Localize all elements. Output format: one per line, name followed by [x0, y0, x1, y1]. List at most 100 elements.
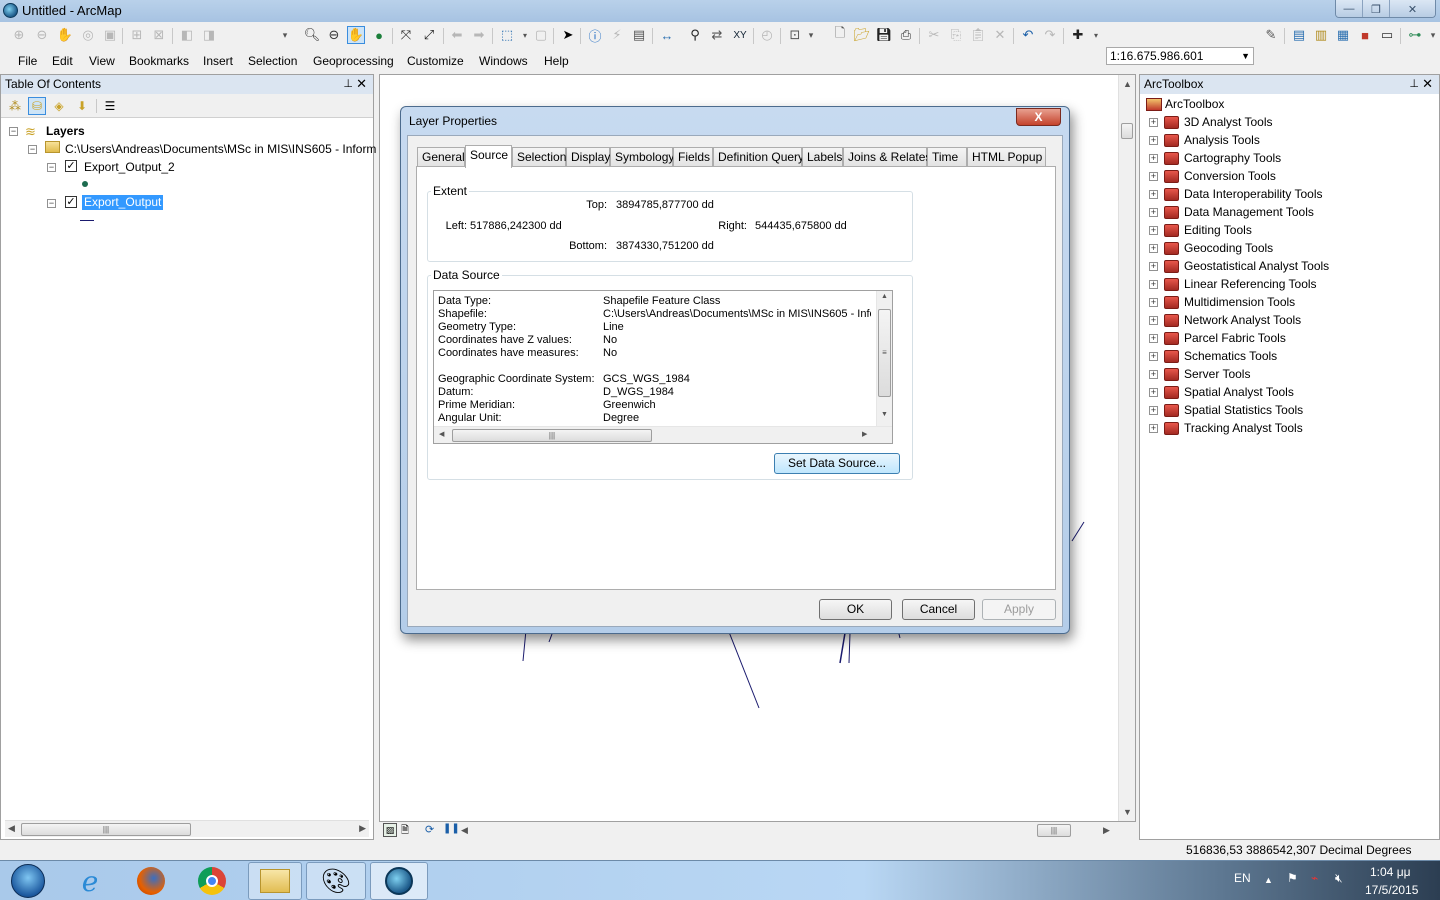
scroll-down-icon[interactable]: ▼	[1123, 807, 1132, 817]
taskbar-firefox[interactable]	[120, 862, 182, 900]
toolbox-item[interactable]: Spatial Statistics Tools	[1184, 403, 1303, 417]
data-source-info-box[interactable]: Data Type: Shapefile Feature Class Shapefi…	[433, 290, 893, 444]
undo-icon[interactable]: ↶	[1019, 26, 1037, 44]
pause-drawing-icon[interactable]: ❚❚	[443, 823, 460, 834]
toolbox-item[interactable]: Linear Referencing Tools	[1184, 277, 1317, 291]
scroll-left-icon[interactable]: ◀	[439, 430, 444, 438]
list-by-selection-icon[interactable]: ⬇	[73, 97, 91, 115]
arctoolbox-icon[interactable]: ■	[1356, 26, 1374, 44]
full-extent-icon[interactable]: ◎	[79, 26, 97, 44]
tab-fields[interactable]: Fields	[673, 147, 713, 167]
close-button[interactable]: ✕	[1390, 0, 1435, 17]
tab-html-popup[interactable]: HTML Popup	[967, 147, 1046, 167]
toolbox-item[interactable]: Data Management Tools	[1184, 205, 1314, 219]
toolbox-item[interactable]: Editing Tools	[1184, 223, 1252, 237]
delete-icon[interactable]: ✕	[991, 26, 1009, 44]
menu-windows[interactable]: Windows	[479, 54, 528, 68]
fixed-zoom-in-icon[interactable]: ⊕	[10, 26, 28, 44]
tab-symbology[interactable]: Symbology	[610, 147, 674, 167]
add-data-icon[interactable]: ✚	[1069, 26, 1087, 44]
restore-button[interactable]: ❐	[1363, 0, 1390, 17]
scroll-right-icon[interactable]: ▶	[862, 430, 867, 438]
refresh-icon[interactable]: ⟳	[425, 823, 434, 836]
toc-horizontal-scrollbar[interactable]: ◀ ||| ▶	[5, 820, 369, 837]
expand-icon[interactable]: +	[1149, 334, 1158, 343]
menu-help[interactable]: Help	[544, 54, 569, 68]
fixed-zoom-out-icon[interactable]: ⊖	[33, 26, 51, 44]
copy-icon[interactable]: ⎘	[947, 26, 965, 44]
cut-icon[interactable]: ✂	[925, 26, 943, 44]
open-icon[interactable]: 📂︎	[853, 26, 871, 44]
tab-source[interactable]: Source	[465, 145, 512, 168]
action-center-flag-icon[interactable]: ⚑	[1287, 871, 1298, 885]
menu-insert[interactable]: Insert	[203, 54, 233, 68]
expand-icon[interactable]: +	[1149, 136, 1158, 145]
paste-icon[interactable]: 📋︎	[969, 26, 987, 44]
scroll-right-icon[interactable]: ▶	[1103, 825, 1110, 836]
toolbox-item[interactable]: Conversion Tools	[1184, 169, 1276, 183]
tab-labels[interactable]: Labels	[802, 147, 843, 167]
collapse-icon[interactable]: −	[47, 199, 56, 208]
expand-icon[interactable]: +	[1149, 352, 1158, 361]
layer-visibility-checkbox[interactable]: ✓	[65, 196, 77, 208]
show-hidden-icons[interactable]: ▲	[1264, 875, 1273, 885]
search-window-icon[interactable]: ▦	[1334, 26, 1352, 44]
tab-selection[interactable]: Selection	[512, 147, 566, 167]
expand-icon[interactable]: +	[1149, 244, 1158, 253]
scrollbar-thumb[interactable]: |||	[452, 429, 652, 442]
list-by-visibility-icon[interactable]: ◈	[50, 97, 68, 115]
forward-icon[interactable]: ➡	[470, 26, 488, 44]
layout-view-button[interactable]: 🗎	[401, 823, 409, 840]
zoom-in-icon[interactable]: 🔍︎	[303, 26, 321, 44]
scroll-down-icon[interactable]: ▼	[881, 411, 888, 418]
expand-icon[interactable]: +	[1149, 118, 1158, 127]
list-by-drawing-order-icon[interactable]: ⁂	[6, 97, 24, 115]
ok-button[interactable]: OK	[819, 599, 892, 620]
toolbox-item[interactable]: Network Analyst Tools	[1184, 313, 1301, 327]
clock-time[interactable]: 1:04 μμ	[1370, 865, 1411, 879]
toolbox-item[interactable]: 3D Analyst Tools	[1184, 115, 1273, 129]
expand-icon[interactable]: +	[1149, 298, 1158, 307]
expand-icon[interactable]: +	[1149, 208, 1158, 217]
new-icon[interactable]: 🗋	[831, 25, 849, 44]
time-slider-icon[interactable]: ◴	[758, 26, 776, 44]
taskbar-internet-explorer[interactable]: e	[59, 862, 121, 900]
toolbox-item[interactable]: Spatial Analyst Tools	[1184, 385, 1294, 399]
collapse-icon[interactable]: −	[47, 163, 56, 172]
zoom-to-selected-icon[interactable]: ⊞	[128, 26, 146, 44]
menu-view[interactable]: View	[89, 54, 115, 68]
toolbox-item[interactable]: Geocoding Tools	[1184, 241, 1273, 255]
cancel-button[interactable]: Cancel	[902, 599, 975, 620]
back-page-icon[interactable]: ◧	[178, 26, 196, 44]
layer-export-output[interactable]: Export_Output	[82, 195, 164, 210]
tab-joins-relates[interactable]: Joins & Relates	[843, 147, 931, 167]
redo-icon[interactable]: ↷	[1041, 26, 1059, 44]
toolbox-item[interactable]: Parcel Fabric Tools	[1184, 331, 1286, 345]
tab-time[interactable]: Time	[927, 147, 967, 167]
pan-hand-icon[interactable]: ✋	[347, 26, 365, 44]
menu-file[interactable]: File	[18, 54, 37, 68]
expand-icon[interactable]: +	[1149, 370, 1158, 379]
menu-edit[interactable]: Edit	[52, 54, 73, 68]
start-button[interactable]	[0, 862, 56, 900]
zoom-out-icon[interactable]: ⊖	[325, 26, 343, 44]
select-features-icon[interactable]: ⬚	[498, 26, 516, 44]
menu-geoprocessing[interactable]: Geoprocessing	[313, 54, 394, 68]
menu-bookmarks[interactable]: Bookmarks	[129, 54, 189, 68]
apply-button[interactable]: Apply	[982, 599, 1056, 620]
find-route-icon[interactable]: ⇄	[708, 26, 726, 44]
expand-icon[interactable]: +	[1149, 316, 1158, 325]
taskbar-paint[interactable]: 🎨︎	[306, 862, 366, 900]
pin-icon[interactable]: ⊥	[343, 77, 353, 90]
folder-path[interactable]: C:\Users\Andreas\Documents\MSc in MIS\IN…	[65, 142, 376, 156]
toolbar-overflow-icon[interactable]: ▾	[1428, 26, 1438, 44]
identify-icon[interactable]: ⓘ	[586, 26, 604, 44]
map-vertical-scrollbar[interactable]: ▲ ▼	[1118, 75, 1135, 821]
language-indicator[interactable]: EN	[1234, 871, 1251, 885]
tab-display[interactable]: Display	[566, 147, 610, 167]
zoom-extent-icon[interactable]: ⊠	[150, 26, 168, 44]
minimize-button[interactable]: —	[1336, 0, 1363, 17]
toolbar-overflow-icon[interactable]: ▾	[806, 26, 816, 44]
toolbox-item[interactable]: Server Tools	[1184, 367, 1250, 381]
scroll-right-icon[interactable]: ▶	[359, 823, 366, 834]
